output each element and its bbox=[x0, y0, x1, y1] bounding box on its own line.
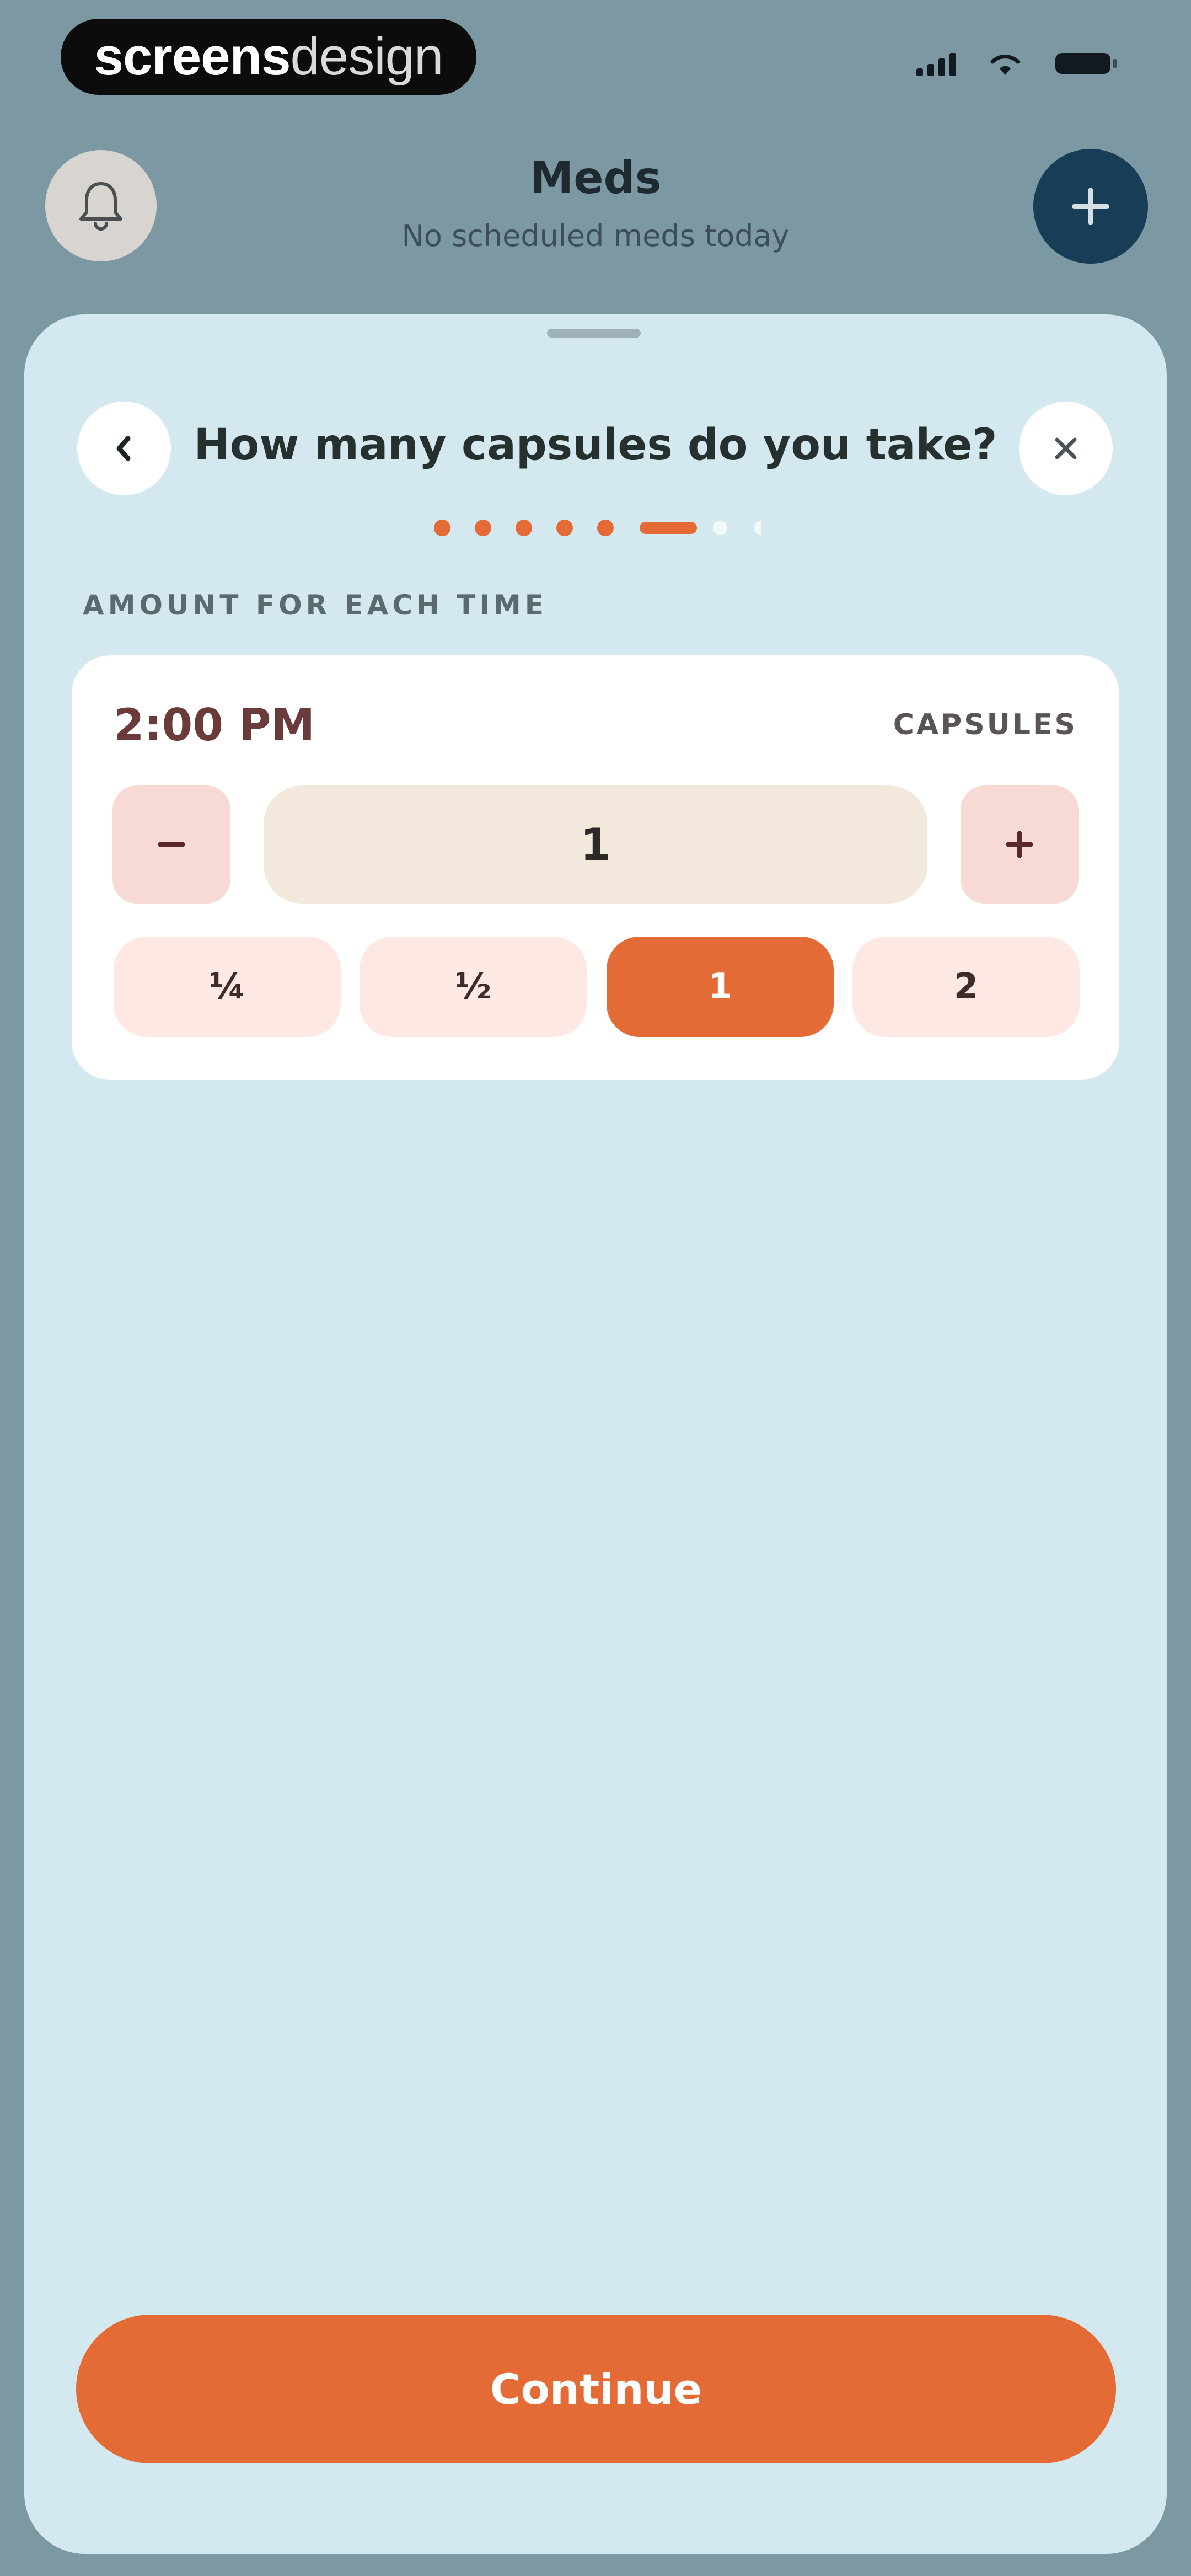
progress-step-pending bbox=[713, 521, 727, 535]
dose-time: 2:00 PM bbox=[114, 699, 315, 751]
section-label: AMOUNT FOR EACH TIME bbox=[83, 589, 548, 621]
progress-step-done bbox=[475, 520, 491, 536]
progress-step-pending bbox=[754, 521, 768, 535]
status-icons bbox=[916, 51, 1119, 76]
dose-unit: CAPSULES bbox=[893, 708, 1077, 741]
app-screen: screensdesign Meds No scheduled meds tod… bbox=[0, 0, 1191, 2576]
close-button[interactable] bbox=[1019, 402, 1113, 495]
page-title: Meds bbox=[529, 152, 662, 204]
back-button[interactable] bbox=[77, 402, 171, 495]
page-subtitle: No scheduled meds today bbox=[401, 218, 790, 253]
plus-icon bbox=[1072, 188, 1109, 225]
preset-chip[interactable]: ½ bbox=[360, 937, 587, 1037]
sheet-grabber[interactable] bbox=[547, 329, 641, 338]
step-question: How many capsules do you take? bbox=[194, 420, 997, 470]
add-med-button[interactable] bbox=[1033, 149, 1148, 264]
close-icon bbox=[1055, 437, 1077, 459]
minus-icon bbox=[158, 842, 185, 847]
amount-input[interactable]: 1 bbox=[264, 785, 927, 904]
cellular-signal-icon bbox=[916, 52, 956, 76]
brand-logo: screensdesign bbox=[61, 19, 476, 95]
progress-step-done bbox=[556, 520, 573, 536]
continue-button[interactable]: Continue bbox=[76, 2315, 1116, 2463]
progress-step-done bbox=[597, 520, 614, 536]
brand-wordmark: screensdesign bbox=[94, 26, 444, 87]
chevron-left-icon bbox=[116, 436, 131, 461]
preset-chip[interactable]: ¼ bbox=[114, 937, 341, 1037]
preset-chip-selected[interactable]: 1 bbox=[607, 937, 834, 1037]
preset-chip[interactable]: 2 bbox=[852, 937, 1080, 1037]
progress-step-done bbox=[516, 520, 532, 536]
increase-amount-button[interactable] bbox=[961, 785, 1079, 904]
progress-step-current bbox=[640, 522, 697, 534]
step-progress-indicator bbox=[430, 515, 768, 539]
bottom-sheet bbox=[24, 314, 1167, 2554]
plus-icon bbox=[1006, 831, 1033, 858]
brand-strong: screens bbox=[94, 27, 291, 86]
battery-icon bbox=[1054, 51, 1119, 76]
wifi-icon bbox=[989, 52, 1021, 76]
decrease-amount-button[interactable] bbox=[112, 785, 230, 904]
brand-light: design bbox=[290, 27, 444, 86]
progress-step-done bbox=[434, 520, 450, 536]
